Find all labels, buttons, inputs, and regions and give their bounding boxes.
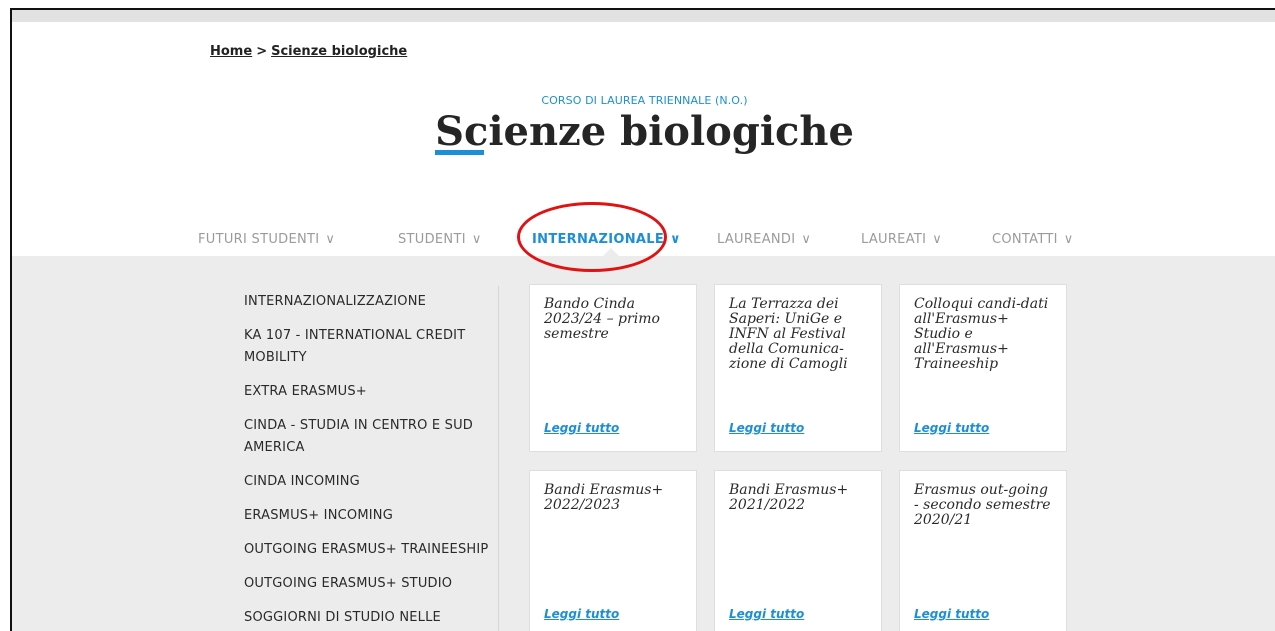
chevron-down-icon: ∨ [1063, 232, 1074, 247]
news-card-title: Bando Cinda 2023/24 – primo semestre [544, 296, 660, 342]
news-card-title: Erasmus out-going - secondo semestre 202… [914, 482, 1051, 528]
nav-label: FUTURI STUDENTI [198, 232, 320, 247]
news-card-title: Bandi Erasmus+ 2022/2023 [544, 482, 664, 513]
nav-item-laureati[interactable]: LAUREATI ∨ [861, 232, 942, 247]
nav-item-laureandi[interactable]: LAUREANDI ∨ [717, 232, 811, 247]
breadcrumb: Home > Scienze biologiche [210, 44, 407, 59]
breadcrumb-separator: > [256, 44, 268, 59]
news-card[interactable]: Bando Cinda 2023/24 – primo semestre Leg… [529, 284, 697, 452]
news-card-title: La Terrazza dei Saperi: UniGe e INFN al … [729, 296, 848, 372]
nav-item-studenti[interactable]: STUDENTI ∨ [398, 232, 482, 247]
news-card-title: Colloqui candi-dati all'Erasmus+ Studio … [914, 296, 1049, 372]
submenu-item[interactable]: OUTGOING ERASMUS+ TRAINEESHIP [244, 539, 489, 561]
nav-label: LAUREATI [861, 232, 927, 247]
course-type-label: CORSO DI LAUREA TRIENNALE (N.O.) [541, 94, 748, 107]
chevron-down-icon: ∨ [670, 232, 681, 247]
read-more-link[interactable]: Leggi tutto [914, 421, 989, 435]
news-card[interactable]: La Terrazza dei Saperi: UniGe e INFN al … [714, 284, 882, 452]
read-more-link[interactable]: Leggi tutto [914, 607, 989, 621]
nav-label: CONTATTI [992, 232, 1058, 247]
top-bar [12, 10, 1275, 22]
submenu-item[interactable]: KA 107 - INTERNATIONAL CREDIT MOBILITY [244, 325, 489, 369]
read-more-link[interactable]: Leggi tutto [544, 421, 619, 435]
submenu-item[interactable]: CINDA - STUDIA IN CENTRO E SUD AMERICA [244, 415, 489, 459]
page-title-underlined: Sc [435, 108, 489, 155]
news-card[interactable]: Bandi Erasmus+ 2021/2022 Leggi tutto [714, 470, 882, 631]
page-title-rest: ienze biologiche [488, 108, 854, 155]
read-more-link[interactable]: Leggi tutto [729, 421, 804, 435]
breadcrumb-home-link[interactable]: Home [210, 44, 252, 59]
chevron-down-icon: ∨ [801, 232, 812, 247]
active-nav-pointer [603, 248, 619, 256]
nav-item-internazionale[interactable]: INTERNAZIONALE ∨ [532, 232, 681, 247]
submenu-item[interactable]: SOGGIORNI DI STUDIO NELLE [244, 607, 489, 629]
chevron-down-icon: ∨ [325, 232, 336, 247]
chevron-down-icon: ∨ [932, 232, 943, 247]
news-card[interactable]: Erasmus out-going - secondo semestre 202… [899, 470, 1067, 631]
submenu: INTERNAZIONALIZZAZIONE KA 107 - INTERNAT… [244, 291, 489, 631]
read-more-link[interactable]: Leggi tutto [544, 607, 619, 621]
nav-item-contatti[interactable]: CONTATTI ∨ [992, 232, 1074, 247]
submenu-item[interactable]: INTERNAZIONALIZZAZIONE [244, 291, 489, 313]
browser-frame: Home > Scienze biologiche CORSO DI LAUREA … [10, 8, 1275, 631]
submenu-item[interactable]: EXTRA ERASMUS+ [244, 381, 489, 403]
news-card[interactable]: Bandi Erasmus+ 2022/2023 Leggi tutto [529, 470, 697, 631]
page-title: Scienze biologiche [12, 108, 1275, 155]
news-card[interactable]: Colloqui candi-dati all'Erasmus+ Studio … [899, 284, 1067, 452]
submenu-item[interactable]: OUTGOING ERASMUS+ STUDIO [244, 573, 489, 595]
main-nav: FUTURI STUDENTI ∨ STUDENTI ∨ INTERNAZIONAL… [12, 228, 1275, 258]
nav-label: LAUREANDI [717, 232, 796, 247]
read-more-link[interactable]: Leggi tutto [729, 607, 804, 621]
nav-label: STUDENTI [398, 232, 466, 247]
news-card-title: Bandi Erasmus+ 2021/2022 [729, 482, 849, 513]
submenu-divider [498, 286, 499, 631]
submenu-item[interactable]: CINDA INCOMING [244, 471, 489, 493]
nav-item-futuri-studenti[interactable]: FUTURI STUDENTI ∨ [198, 232, 335, 247]
chevron-down-icon: ∨ [471, 232, 482, 247]
nav-label: INTERNAZIONALE [532, 232, 665, 247]
breadcrumb-current-link[interactable]: Scienze biologiche [271, 44, 407, 59]
submenu-item[interactable]: ERASMUS+ INCOMING [244, 505, 489, 527]
